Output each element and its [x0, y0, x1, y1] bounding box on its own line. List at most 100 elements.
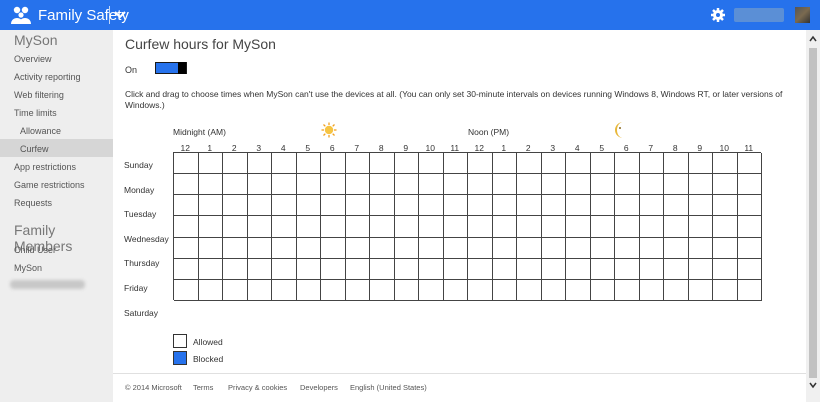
curfew-cell[interactable] — [296, 174, 321, 196]
curfew-cell[interactable] — [664, 237, 689, 259]
curfew-cell[interactable] — [223, 258, 248, 280]
curfew-cell[interactable] — [541, 153, 566, 175]
curfew-cell[interactable] — [688, 279, 713, 301]
curfew-cell[interactable] — [541, 195, 566, 217]
curfew-cell[interactable] — [639, 216, 664, 238]
curfew-cell[interactable] — [688, 216, 713, 238]
curfew-cell[interactable] — [198, 279, 223, 301]
curfew-cell[interactable] — [223, 195, 248, 217]
curfew-cell[interactable] — [223, 153, 248, 175]
curfew-cell[interactable] — [713, 216, 738, 238]
curfew-cell[interactable] — [198, 216, 223, 238]
curfew-cell[interactable] — [443, 153, 468, 175]
curfew-grid[interactable] — [173, 152, 762, 301]
curfew-cell[interactable] — [394, 153, 419, 175]
curfew-cell[interactable] — [468, 237, 493, 259]
footer-privacy-link[interactable]: Privacy & cookies — [228, 383, 287, 392]
curfew-cell[interactable] — [443, 174, 468, 196]
curfew-cell[interactable] — [345, 195, 370, 217]
curfew-cell[interactable] — [223, 216, 248, 238]
curfew-cell[interactable] — [639, 258, 664, 280]
scroll-up-icon[interactable] — [808, 34, 818, 44]
curfew-cell[interactable] — [664, 195, 689, 217]
curfew-cell[interactable] — [296, 258, 321, 280]
sidebar-item-allowance[interactable]: Allowance — [20, 126, 61, 136]
curfew-cell[interactable] — [566, 195, 591, 217]
curfew-cell[interactable] — [566, 216, 591, 238]
curfew-cell[interactable] — [713, 279, 738, 301]
sidebar-member-myson[interactable]: MySon — [14, 263, 42, 273]
curfew-cell[interactable] — [272, 153, 297, 175]
curfew-cell[interactable] — [590, 174, 615, 196]
curfew-cell[interactable] — [198, 237, 223, 259]
curfew-cell[interactable] — [541, 279, 566, 301]
curfew-cell[interactable] — [198, 195, 223, 217]
curfew-cell[interactable] — [615, 216, 640, 238]
user-name-redacted[interactable] — [734, 8, 784, 22]
curfew-cell[interactable] — [419, 237, 444, 259]
curfew-cell[interactable] — [345, 216, 370, 238]
curfew-cell[interactable] — [468, 153, 493, 175]
curfew-cell[interactable] — [272, 195, 297, 217]
curfew-cell[interactable] — [223, 237, 248, 259]
sidebar-item-requests[interactable]: Requests — [14, 198, 52, 208]
curfew-cell[interactable] — [492, 174, 517, 196]
curfew-cell[interactable] — [664, 216, 689, 238]
curfew-cell[interactable] — [370, 153, 395, 175]
sidebar-item-web-filtering[interactable]: Web filtering — [14, 90, 64, 100]
curfew-cell[interactable] — [566, 237, 591, 259]
curfew-cell[interactable] — [590, 279, 615, 301]
curfew-cell[interactable] — [198, 258, 223, 280]
curfew-cell[interactable] — [321, 216, 346, 238]
curfew-cell[interactable] — [419, 216, 444, 238]
curfew-cell[interactable] — [296, 153, 321, 175]
curfew-cell[interactable] — [615, 195, 640, 217]
curfew-cell[interactable] — [272, 258, 297, 280]
curfew-cell[interactable] — [394, 279, 419, 301]
curfew-cell[interactable] — [370, 279, 395, 301]
curfew-cell[interactable] — [541, 258, 566, 280]
curfew-cell[interactable] — [296, 216, 321, 238]
curfew-cell[interactable] — [517, 258, 542, 280]
chevron-down-icon[interactable] — [113, 7, 127, 23]
curfew-cell[interactable] — [247, 258, 272, 280]
curfew-cell[interactable] — [541, 216, 566, 238]
curfew-cell[interactable] — [468, 279, 493, 301]
curfew-cell[interactable] — [517, 195, 542, 217]
curfew-cell[interactable] — [713, 174, 738, 196]
sidebar-item-app-restrictions[interactable]: App restrictions — [14, 162, 76, 172]
curfew-cell[interactable] — [517, 279, 542, 301]
curfew-cell[interactable] — [247, 279, 272, 301]
sidebar-member-redacted[interactable] — [10, 280, 85, 289]
curfew-cell[interactable] — [639, 153, 664, 175]
footer-developers-link[interactable]: Developers — [300, 383, 338, 392]
curfew-cell[interactable] — [492, 153, 517, 175]
curfew-cell[interactable] — [615, 258, 640, 280]
curfew-cell[interactable] — [247, 237, 272, 259]
curfew-cell[interactable] — [566, 174, 591, 196]
curfew-cell[interactable] — [517, 153, 542, 175]
curfew-cell[interactable] — [590, 153, 615, 175]
curfew-cell[interactable] — [370, 237, 395, 259]
curfew-cell[interactable] — [321, 174, 346, 196]
curfew-cell[interactable] — [174, 153, 199, 175]
curfew-cell[interactable] — [419, 258, 444, 280]
curfew-cell[interactable] — [688, 174, 713, 196]
curfew-cell[interactable] — [664, 153, 689, 175]
curfew-cell[interactable] — [713, 237, 738, 259]
curfew-cell[interactable] — [492, 216, 517, 238]
curfew-cell[interactable] — [664, 174, 689, 196]
curfew-cell[interactable] — [541, 237, 566, 259]
curfew-cell[interactable] — [198, 153, 223, 175]
curfew-cell[interactable] — [419, 174, 444, 196]
curfew-cell[interactable] — [517, 174, 542, 196]
toggle-knob[interactable] — [178, 62, 186, 74]
scrollbar-thumb[interactable] — [809, 48, 817, 378]
curfew-cell[interactable] — [174, 279, 199, 301]
curfew-cell[interactable] — [492, 195, 517, 217]
curfew-cell[interactable] — [272, 279, 297, 301]
curfew-cell[interactable] — [737, 195, 762, 217]
curfew-cell[interactable] — [370, 258, 395, 280]
brand[interactable]: Family Safety — [10, 4, 129, 26]
curfew-cell[interactable] — [247, 174, 272, 196]
